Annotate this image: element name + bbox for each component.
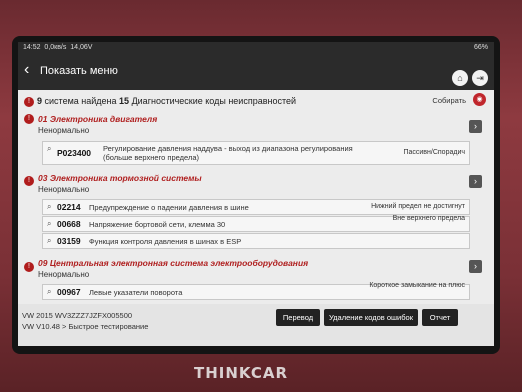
system-item: ! 01 Электроника двигателя Ненормально ›…	[24, 112, 482, 168]
dtc-row[interactable]: ⌕ 03159 Функция контроля давления в шина…	[42, 233, 470, 249]
search-icon: ⌕	[47, 144, 52, 153]
system-item: ! 09 Центральная электронная система эле…	[24, 256, 482, 304]
dtc-state: Вне верхнего предела	[392, 215, 465, 222]
alert-icon: !	[24, 114, 34, 124]
dtc-state: Короткое замыкание на плюс	[369, 282, 465, 289]
chevron-right-icon[interactable]: ›	[469, 120, 482, 133]
status-time: 14:52	[23, 44, 41, 51]
system-status: Ненормально	[38, 185, 90, 194]
dtc-row[interactable]: ⌕ 00967 Левые указатели поворота Коротко…	[42, 282, 470, 300]
dtc-code: 03159	[57, 236, 81, 246]
dtc-state: Пассивн/Спорадич	[403, 149, 465, 156]
system-item: ! 03 Электроника тормозной системы Ненор…	[24, 172, 482, 252]
dtc-state: Нижний предел не достигнут	[371, 203, 465, 210]
search-icon: ⌕	[47, 287, 52, 296]
dtc-description: Левые указатели поворота	[89, 288, 183, 297]
codes-count: 15	[119, 96, 130, 106]
dtc-description: Функция контроля давления в шинах в ESP	[89, 237, 242, 246]
home-icon[interactable]: ⌂	[452, 70, 468, 86]
status-battery: 66%	[473, 44, 488, 51]
system-title[interactable]: 09 Центральная электронная система элект…	[38, 258, 308, 268]
status-bar: 14:52 0,0кв/s 14,06V 66%	[18, 42, 494, 54]
collect-label[interactable]: Собирать	[432, 94, 466, 108]
device-body: 14:52 0,0кв/s 14,06V 66% ‹ Показать меню…	[0, 0, 522, 392]
chevron-right-icon[interactable]: ›	[469, 175, 482, 188]
system-title[interactable]: 03 Электроника тормозной системы	[38, 173, 202, 183]
search-icon: ⌕	[47, 219, 52, 228]
alert-icon: !	[24, 96, 34, 107]
screen: 14:52 0,0кв/s 14,06V 66% ‹ Показать меню…	[18, 42, 494, 346]
alert-icon: !	[24, 262, 34, 272]
page-title: Показать меню	[40, 65, 118, 77]
search-icon: ⌕	[47, 236, 52, 245]
systems-text: система найдена	[44, 96, 117, 106]
dtc-code: 02214	[57, 202, 81, 212]
camera-icon[interactable]: ◉	[473, 93, 486, 106]
back-arrow-icon[interactable]: ‹	[24, 62, 29, 78]
dtc-code: P023400	[57, 148, 92, 158]
dtc-row[interactable]: ⌕ P023400 Регулирование давления наддува…	[42, 141, 470, 165]
dtc-code: 00668	[57, 219, 81, 229]
dtc-row[interactable]: ⌕ 00668 Напряжение бортовой сети, клемма…	[42, 215, 470, 232]
dtc-row[interactable]: ⌕ 02214 Предупреждение о падении давлени…	[42, 199, 470, 215]
dtc-description: Напряжение бортовой сети, клемма 30	[89, 220, 226, 229]
exit-icon[interactable]: ⇥	[472, 70, 488, 86]
codes-text: Диагностические коды неисправностей	[131, 96, 297, 106]
status-voltage: 14,06V	[70, 44, 93, 51]
diagnostic-summary: ! 9 система найдена 15 Диагностические ко…	[24, 93, 488, 108]
system-title[interactable]: 01 Электроника двигателя	[38, 114, 157, 124]
translate-button[interactable]: Перевод	[276, 309, 320, 326]
bottom-bar: VW 2015 WV3ZZZ7JZFX005500 VW V10.48 > Бы…	[18, 304, 494, 346]
systems-count: 9	[37, 96, 43, 106]
system-status: Ненормально	[38, 270, 90, 279]
clear-codes-button[interactable]: Удаление кодов ошибок	[324, 309, 418, 326]
status-network: 0,0кв/s	[44, 44, 67, 51]
dtc-description: Регулирование давления наддува - выход и…	[103, 144, 353, 162]
chevron-right-icon[interactable]: ›	[469, 260, 482, 273]
search-icon: ⌕	[47, 202, 52, 211]
system-status: Ненормально	[38, 126, 90, 135]
version-path: VW V10.48 > Быстрое тестирование	[22, 322, 149, 331]
brand-logo: THINKCAR	[194, 364, 289, 382]
dtc-code: 00967	[57, 287, 81, 297]
report-button[interactable]: Отчет	[422, 309, 458, 326]
dtc-description: Предупреждение о падении давления в шине	[89, 203, 249, 212]
vin-info: VW 2015 WV3ZZZ7JZFX005500	[22, 311, 133, 320]
alert-icon: !	[24, 176, 34, 186]
title-bar: ‹ Показать меню ⌂ ⇥	[18, 54, 494, 90]
